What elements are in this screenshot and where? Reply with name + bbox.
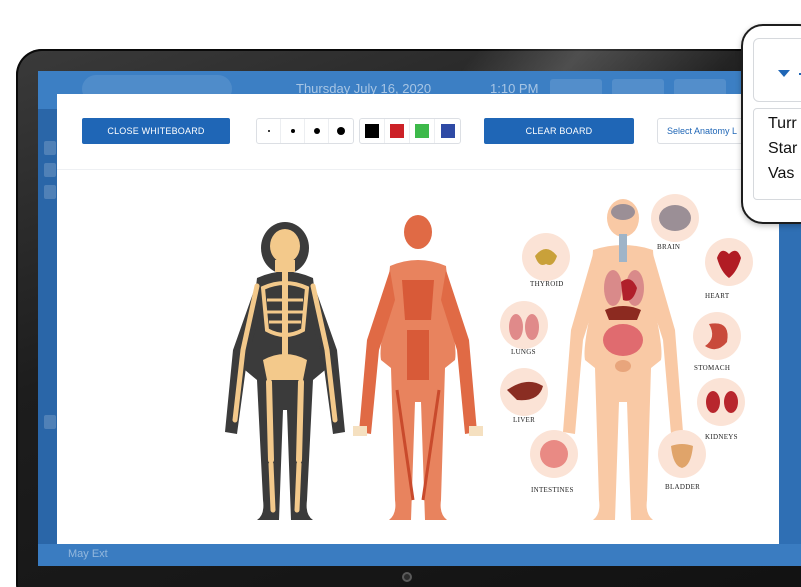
brush-size-option[interactable]: [305, 119, 329, 143]
close-whiteboard-button[interactable]: CLOSE WHITEBOARD: [82, 118, 230, 144]
dropdown-option[interactable]: Turr: [768, 115, 797, 133]
color-option-black[interactable]: [360, 119, 385, 143]
thyroid-label: THYROID: [530, 280, 564, 288]
brush-size-option[interactable]: [329, 119, 353, 143]
color-swatch: [390, 124, 404, 138]
lungs-icon: [500, 301, 548, 349]
brush-dot-icon: [313, 128, 320, 134]
stage: Thursday July 16, 2020 1:10 PM May Ext C…: [0, 0, 801, 587]
caret-down-icon: [778, 70, 790, 77]
dropdown-trigger[interactable]: [753, 38, 801, 102]
bezel-shine: [462, 49, 738, 71]
app-sidebar: [38, 109, 58, 566]
lungs-label: LUNGS: [511, 348, 536, 356]
brush-size-picker: [256, 118, 354, 144]
brush-size-option[interactable]: [257, 119, 281, 143]
sidebar-item[interactable]: [44, 185, 56, 199]
bottom-user-name: May Ext: [68, 548, 108, 560]
sidebar-item[interactable]: [44, 141, 56, 155]
kidneys-label: KIDNEYS: [705, 433, 738, 441]
color-swatch: [415, 124, 429, 138]
whiteboard-toolbar: CLOSE WHITEBOARD CLEAR BOARD Select Anat…: [57, 94, 797, 170]
heart-label: HEART: [705, 292, 730, 300]
intestines-label: INTESTINES: [531, 486, 574, 494]
brush-dot-icon: [337, 127, 345, 135]
color-option-green[interactable]: [410, 119, 435, 143]
clear-board-button[interactable]: CLEAR BOARD: [484, 118, 634, 144]
liver-label: LIVER: [513, 416, 536, 424]
dropdown-option[interactable]: Star: [768, 140, 797, 158]
whiteboard-modal: CLOSE WHITEBOARD CLEAR BOARD Select Anat…: [57, 94, 797, 544]
dropdown-option[interactable]: Vas: [768, 165, 794, 183]
skeleton-figure: [225, 222, 345, 520]
sidebar-item[interactable]: [44, 415, 56, 429]
color-swatch: [365, 124, 379, 138]
stomach-label: STOMACH: [694, 364, 731, 372]
brush-dot-icon: [290, 129, 295, 133]
brain-label: BRAIN: [657, 243, 681, 251]
webcam: [402, 572, 412, 582]
brush-size-option[interactable]: [281, 119, 305, 143]
bladder-label: BLADDER: [665, 483, 701, 491]
muscle-figure: [353, 215, 483, 520]
color-picker: [359, 118, 461, 144]
color-option-red[interactable]: [385, 119, 410, 143]
color-swatch: [440, 124, 455, 138]
anatomy-dropdown-popover: Turr Star Vas: [741, 24, 801, 224]
brush-dot-icon: [267, 130, 270, 132]
whiteboard-canvas[interactable]: THYROID LUNGS LIVER INTESTINES BRAIN HEA…: [57, 170, 779, 544]
app-bottom-bar: May Ext: [38, 544, 801, 566]
dropdown-options: Turr Star Vas: [753, 108, 801, 200]
sidebar-item[interactable]: [44, 163, 56, 177]
color-option-blue[interactable]: [435, 119, 460, 143]
